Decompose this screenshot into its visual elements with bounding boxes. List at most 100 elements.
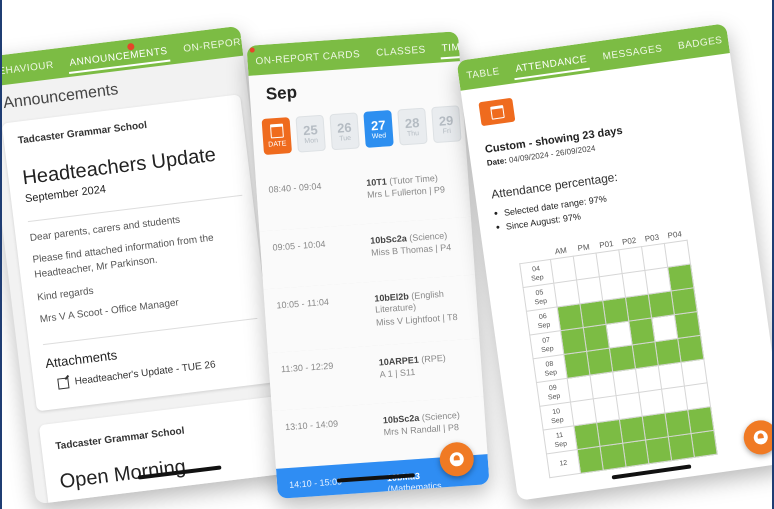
attendance-cell-empty <box>570 398 597 426</box>
attendance-cell-empty <box>573 253 600 280</box>
attendance-cell-empty <box>651 314 678 342</box>
tab-badges[interactable]: BADGES <box>670 34 730 61</box>
attendance-cell-present <box>622 439 649 467</box>
row-date-label: 12 <box>546 449 581 478</box>
day-number: 25 <box>302 122 319 139</box>
attendance-cell-empty <box>567 375 594 403</box>
school-name: Tadcaster Grammar School <box>54 425 186 453</box>
attendance-screen: TABLE ATTENDANCE MESSAGES BADGES Custom … <box>456 23 774 501</box>
row-day: 12 <box>559 459 568 468</box>
attendance-cell-present <box>667 263 694 291</box>
row-day: 05 <box>535 288 544 297</box>
lesson-time: 09:05 - 10:04 <box>272 238 326 253</box>
date-key: Date: <box>486 156 508 168</box>
attendance-cell-present <box>645 436 672 464</box>
day-button[interactable]: 26 Tue <box>329 112 360 151</box>
day-button[interactable]: 25 Mon <box>295 114 326 153</box>
attendance-grid: AM PM P01 P02 P03 P04 04 Sep 05 Sep 06 Sep 07 S… <box>517 226 718 478</box>
lesson-subject-name: (Science) <box>408 230 448 244</box>
tab-bar: ON-REPORT CARDS CLASSES TIME <box>246 31 460 76</box>
row-day: 08 <box>545 360 554 369</box>
lesson-time: 13:10 - 14:09 <box>284 418 339 433</box>
tab-behaviour[interactable]: BEHAVIOUR <box>0 59 63 87</box>
attendance-cell-present <box>557 303 584 331</box>
row-month: Sep <box>554 439 568 449</box>
lesson-time: 08:40 - 09:04 <box>268 181 322 195</box>
lesson-code: 10T1 <box>365 176 388 188</box>
row-day: 07 <box>541 336 551 345</box>
row-day: 11 <box>555 431 564 440</box>
row-month: Sep <box>534 297 548 307</box>
attendance-cell-present <box>668 433 695 461</box>
attendance-cell-present <box>654 338 682 366</box>
date-button-label: DATE <box>268 140 287 149</box>
tab-classes[interactable]: CLASSES <box>368 44 435 68</box>
attendance-cell-empty <box>593 395 620 423</box>
lesson-code: 10ARPE1 <box>378 354 420 368</box>
day-of-week: Fri <box>442 127 452 136</box>
attendance-cell-present <box>687 406 714 434</box>
row-month: Sep <box>530 273 545 283</box>
tab-bar: TABLE ATTENDANCE MESSAGES BADGES <box>456 23 730 91</box>
attendance-cell-empty <box>638 389 665 417</box>
lesson-time: 11:30 - 12:29 <box>280 360 334 375</box>
tab-timetable[interactable]: TIME <box>433 41 460 63</box>
tab-attendance[interactable]: ATTENDANCE <box>507 53 597 84</box>
attendance-cell-present <box>628 317 655 345</box>
timetable-screen: ON-REPORT CARDS CLASSES TIME Sep DATE 25… <box>246 31 490 499</box>
attendance-cell-empty <box>553 279 580 307</box>
tab-on-report-cards[interactable]: ON-REPORT CARDS <box>247 48 369 75</box>
attendance-cell-empty <box>661 386 688 413</box>
attendance-cell-empty <box>550 256 577 284</box>
day-number: 27 <box>370 117 387 134</box>
day-of-week: Tue <box>339 134 352 143</box>
date-picker-button[interactable]: DATE <box>261 117 293 155</box>
attendance-cell-present <box>602 297 629 325</box>
day-number: 28 <box>404 115 420 132</box>
row-day: 09 <box>548 383 558 392</box>
day-button[interactable]: 28 Thu <box>397 107 428 146</box>
attendance-cell-empty <box>658 362 685 390</box>
profile-fab[interactable] <box>741 418 774 457</box>
attendance-cell-present <box>609 344 636 372</box>
attendance-cell-present <box>563 351 590 379</box>
attendance-cell-present <box>648 290 675 318</box>
attendance-cell-present <box>642 412 669 440</box>
tab-messages[interactable]: MESSAGES <box>594 42 672 71</box>
lesson-teacher: Mr M McKie | <box>388 490 484 498</box>
person-icon <box>449 451 465 467</box>
row-month: Sep <box>547 392 561 402</box>
attendance-cell-present <box>671 287 698 315</box>
row-month: Sep <box>550 416 565 425</box>
attendance-cell-empty <box>612 368 639 396</box>
attendance-cell-empty <box>644 267 672 295</box>
tab-announcements[interactable]: ANNOUNCEMENTS <box>61 45 177 78</box>
day-of-week: Wed <box>371 132 387 141</box>
attendance-cell-present <box>691 430 718 458</box>
day-of-week: Thu <box>406 130 420 138</box>
external-link-icon <box>57 377 70 390</box>
row-month: Sep <box>544 368 558 378</box>
date-range-button[interactable] <box>478 97 516 127</box>
day-button-selected[interactable]: 27 Wed <box>363 110 394 148</box>
tab-on-report-cards[interactable]: ON-REPORT C <box>175 34 243 64</box>
attendance-cell-empty <box>595 249 623 277</box>
attendance-cell-empty <box>684 382 711 410</box>
tab-bar: BEHAVIOUR ANNOUNCEMENTS ON-REPORT C <box>0 25 244 88</box>
attendance-cell-present <box>596 419 623 447</box>
attendance-cell-present <box>599 443 627 471</box>
tab-timetable[interactable]: TABLE <box>458 65 510 91</box>
announcement-card[interactable]: Tadcaster Grammar School Open Morning <box>38 396 291 505</box>
attendance-cell-empty <box>664 240 691 268</box>
attendance-cell-present <box>560 327 587 355</box>
attendance-cell-present <box>579 300 607 328</box>
calendar-icon <box>489 104 505 120</box>
row-day: 06 <box>538 312 548 321</box>
attendance-cell-present <box>619 416 646 444</box>
school-name: Tadcaster Grammar School <box>17 119 148 147</box>
attendance-cell-empty <box>616 392 643 420</box>
row-month: Sep <box>537 321 551 330</box>
day-button[interactable]: 29 Fri <box>431 105 462 144</box>
attendance-cell-empty <box>606 321 633 349</box>
announcement-card[interactable]: Tadcaster Grammar School Headteachers Up… <box>1 94 276 412</box>
